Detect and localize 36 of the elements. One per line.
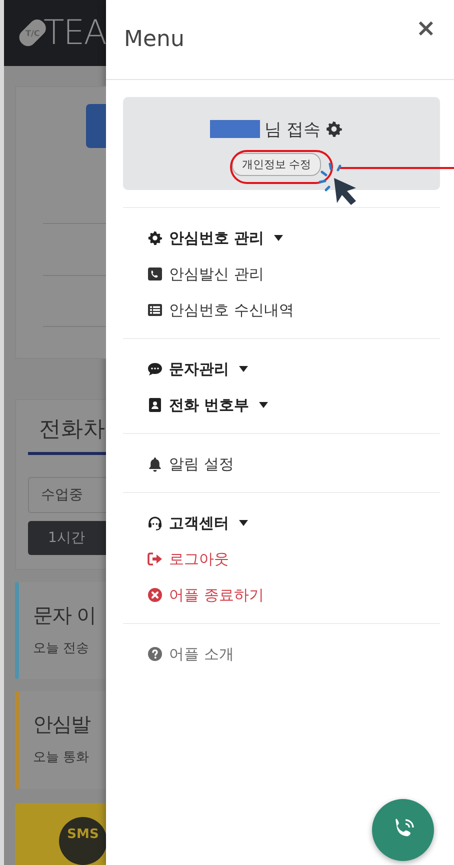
card-subtitle: 오늘 통화 bbox=[33, 749, 90, 766]
question-icon bbox=[147, 646, 163, 662]
menu-item[interactable]: 로그아웃 bbox=[123, 541, 440, 577]
card-title: 문자 이 bbox=[33, 602, 96, 629]
menu-item[interactable]: 전화 번호부 bbox=[123, 387, 440, 423]
caret-icon bbox=[274, 235, 284, 241]
caret-icon bbox=[259, 402, 268, 408]
caret-icon bbox=[239, 520, 248, 526]
edit-profile-button[interactable]: 개인정보 수정 bbox=[232, 152, 322, 176]
menu-item[interactable]: 안심번호 수신내역 bbox=[123, 292, 440, 328]
caret-icon bbox=[239, 366, 248, 372]
close-button[interactable]: × bbox=[412, 14, 440, 42]
card-title: 안심발 bbox=[33, 711, 90, 738]
bell-icon bbox=[147, 456, 163, 472]
redaction-box bbox=[210, 120, 260, 138]
list-icon bbox=[147, 302, 163, 318]
gear-icon bbox=[147, 230, 163, 246]
card-subtitle: 오늘 전송 bbox=[33, 640, 90, 657]
headset-icon bbox=[147, 515, 163, 531]
menu-title: Menu bbox=[124, 27, 184, 52]
speech-bubble-icon bbox=[147, 361, 163, 377]
duration-button[interactable]: 1시간 bbox=[28, 520, 106, 555]
menu-item[interactable]: 안심발신 관리 bbox=[123, 256, 440, 292]
phone-square-icon bbox=[147, 266, 163, 282]
sms-badge: SMS bbox=[59, 816, 106, 865]
menu-item[interactable]: 알림 설정 bbox=[123, 446, 440, 482]
close-circle-icon bbox=[147, 587, 163, 603]
menu-item[interactable]: 어플 소개 bbox=[123, 636, 440, 672]
greeting-text: 님 접속 bbox=[264, 118, 321, 140]
menu-item[interactable]: 문자관리 bbox=[123, 351, 440, 387]
menu-item[interactable]: 안심번호 관리 bbox=[123, 220, 440, 256]
contact-book-icon bbox=[147, 397, 163, 413]
sign-out-icon bbox=[147, 551, 163, 567]
menu-item[interactable]: 어플 종료하기 bbox=[123, 577, 440, 613]
settings-icon[interactable] bbox=[324, 120, 343, 138]
menu-item[interactable]: 고객센터 bbox=[123, 505, 440, 541]
